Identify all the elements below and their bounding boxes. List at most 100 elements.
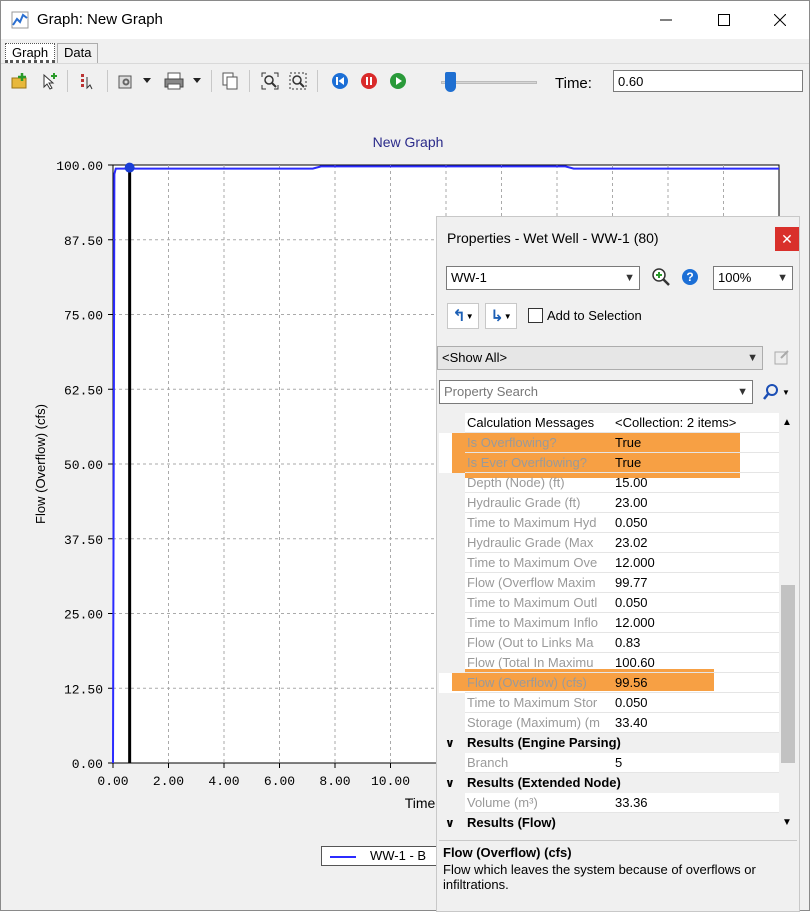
- row-gutter: [439, 633, 465, 653]
- folder-add-icon: [11, 73, 27, 89]
- legend-series-label: WW-1 - B: [370, 848, 427, 863]
- property-row[interactable]: Is Ever Overflowing? True: [439, 453, 779, 473]
- row-gutter: [439, 673, 465, 693]
- property-category[interactable]: ∨ Results (Flow): [439, 813, 779, 833]
- minimize-button[interactable]: [637, 1, 695, 39]
- zoom-to-element-button[interactable]: [649, 264, 673, 290]
- stop-icon: [361, 73, 377, 89]
- property-search-button[interactable]: ▼: [759, 379, 793, 405]
- property-name: Branch: [467, 755, 509, 770]
- x-tick-label: 0.00: [97, 774, 128, 789]
- property-value: 0.050: [615, 515, 648, 530]
- scrollbar-thumb[interactable]: [781, 585, 795, 763]
- property-name: Time to Maximum Hyd: [467, 515, 597, 530]
- row-gutter: [439, 533, 465, 553]
- property-row[interactable]: Time to Maximum Outl 0.050: [439, 593, 779, 613]
- property-row[interactable]: Time to Maximum Hyd 0.050: [439, 513, 779, 533]
- add-to-selection-checkbox[interactable]: [528, 308, 543, 323]
- chevron-down-icon[interactable]: ∨: [445, 773, 455, 793]
- close-button[interactable]: [751, 1, 809, 39]
- rewind-button[interactable]: [329, 70, 351, 92]
- help-button[interactable]: ?: [679, 264, 701, 290]
- copy-button[interactable]: [219, 70, 241, 92]
- property-value: 5: [615, 755, 623, 770]
- row-gutter: [439, 693, 465, 713]
- property-row[interactable]: Branch 5: [439, 753, 779, 773]
- y-tick-label: 100.00: [56, 159, 103, 174]
- maximize-button[interactable]: [695, 1, 753, 39]
- row-gutter: [439, 713, 465, 733]
- property-grid-scrollbar[interactable]: ▲ ▼: [779, 413, 797, 833]
- filter-combo[interactable]: <Show All> ▼: [437, 346, 763, 370]
- tab-data[interactable]: Data: [57, 43, 99, 63]
- property-value: 0.050: [615, 595, 648, 610]
- zoom-extents-button[interactable]: [259, 70, 281, 92]
- cursor-add-icon: [43, 73, 57, 90]
- property-row[interactable]: Volume (m³) 33.36: [439, 793, 779, 813]
- property-name: Flow (Out to Links Ma: [467, 635, 594, 650]
- row-gutter: [439, 793, 465, 813]
- add-series-button[interactable]: [9, 70, 31, 92]
- dropdown-arrow-icon: [143, 78, 151, 83]
- chevron-down-icon[interactable]: ∨: [445, 733, 455, 753]
- property-name: Time to Maximum Ove: [467, 555, 598, 570]
- property-value: 33.36: [615, 795, 648, 810]
- property-row[interactable]: Flow (Overflow Maxim 99.77: [439, 573, 779, 593]
- print-button[interactable]: [163, 70, 185, 92]
- print-dropdown[interactable]: [191, 70, 203, 92]
- property-row[interactable]: Storage (Maximum) (m 33.40: [439, 713, 779, 733]
- property-search-input[interactable]: Property Search ▼: [439, 380, 753, 404]
- y-axis-label: Flow (Overflow) (cfs): [33, 404, 48, 524]
- property-value: 12.000: [615, 615, 655, 630]
- scroll-down-icon: ▼: [782, 817, 792, 828]
- select-element-button[interactable]: [39, 70, 61, 92]
- graph-window: Graph: New Graph Graph Data Time: 0.60 0…: [0, 0, 810, 912]
- tab-graph[interactable]: Graph: [5, 43, 56, 63]
- property-category[interactable]: ∨ Results (Engine Parsing): [439, 733, 779, 753]
- property-row[interactable]: Calculation Messages <Collection: 2 items…: [439, 413, 779, 433]
- zoom-window-button[interactable]: [287, 70, 309, 92]
- property-row[interactable]: Flow (Total In Maximu 100.60: [439, 653, 779, 673]
- x-axis-label: Time: [405, 795, 436, 811]
- element-combo[interactable]: WW-1 ▼: [446, 266, 640, 290]
- property-grid[interactable]: Calculation Messages <Collection: 2 items…: [439, 413, 779, 833]
- property-row[interactable]: Time to Maximum Inflo 12.000: [439, 613, 779, 633]
- property-row[interactable]: Depth (Node) (ft) 15.00: [439, 473, 779, 493]
- legend-series-swatch: [330, 856, 356, 858]
- property-row[interactable]: Hydraulic Grade (ft) 23.00: [439, 493, 779, 513]
- graph-settings-dropdown[interactable]: [141, 70, 153, 92]
- zoom-extents-icon: [261, 72, 279, 90]
- zoom-combo[interactable]: 100% ▼: [713, 266, 793, 290]
- time-slider-thumb[interactable]: [445, 72, 457, 92]
- edit-property-button[interactable]: [771, 344, 793, 370]
- properties-close-button[interactable]: ✕: [775, 227, 799, 251]
- play-button[interactable]: [387, 70, 409, 92]
- y-tick-label: 0.00: [72, 757, 103, 772]
- rewind-icon: [332, 73, 348, 89]
- property-row[interactable]: Is Overflowing? True: [439, 433, 779, 453]
- dropdown-arrow-icon: ▼: [465, 311, 474, 321]
- description-title: Flow (Overflow) (cfs): [443, 845, 572, 860]
- series-options-button[interactable]: [77, 70, 99, 92]
- property-row[interactable]: Flow (Out to Links Ma 0.83: [439, 633, 779, 653]
- x-tick-label: 10.00: [371, 774, 410, 789]
- property-row[interactable]: Hydraulic Grade (Max 23.02: [439, 533, 779, 553]
- minimize-icon: [660, 19, 672, 21]
- property-category[interactable]: ∨ Results (Extended Node): [439, 773, 779, 793]
- property-row[interactable]: Time to Maximum Stor 0.050: [439, 693, 779, 713]
- stop-button[interactable]: [358, 70, 380, 92]
- dropdown-arrow-icon: [193, 78, 201, 83]
- property-row[interactable]: Flow (Overflow) (cfs) 99.56: [439, 673, 779, 693]
- navigate-forward-button[interactable]: ↳ ▼: [485, 303, 517, 329]
- copy-icon: [222, 72, 238, 90]
- property-row[interactable]: Time to Maximum Ove 12.000: [439, 553, 779, 573]
- time-input[interactable]: [613, 70, 803, 92]
- property-value: 0.050: [615, 695, 648, 710]
- navigate-back-button[interactable]: ↰ ▼: [447, 303, 479, 329]
- property-value: 15.00: [615, 475, 648, 490]
- graph-settings-button[interactable]: [115, 70, 137, 92]
- chevron-down-icon[interactable]: ∨: [445, 813, 455, 833]
- search-icon: [763, 384, 779, 400]
- property-value: 33.40: [615, 715, 648, 730]
- magnifier-plus-icon: [652, 268, 670, 286]
